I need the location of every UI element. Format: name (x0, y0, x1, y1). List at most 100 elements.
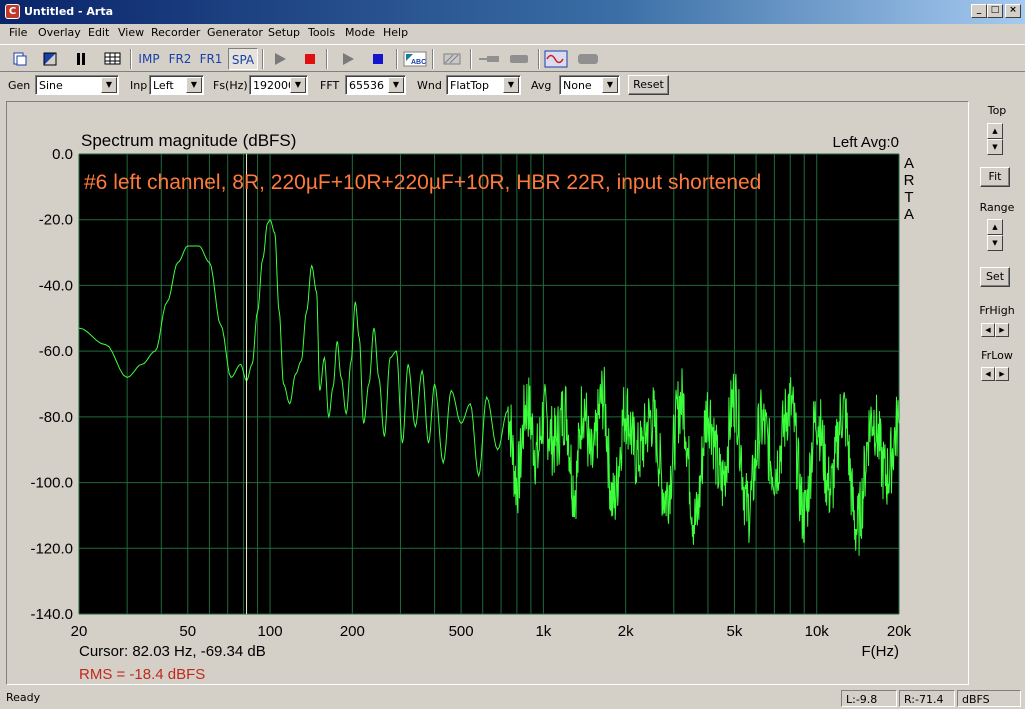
wnd-label: Wnd (417, 79, 442, 92)
fft-label: FFT (320, 79, 340, 92)
set-button[interactable]: Set (980, 267, 1010, 287)
control-bar: Gen Sine ▼ Inp Left ▼ Fs(Hz) 192000 ▼ FFT 6… (0, 73, 1025, 99)
watermark-letter: T (904, 189, 913, 206)
status-text: Ready (6, 691, 41, 704)
abc-icon[interactable]: ABC (403, 51, 427, 67)
gen-select[interactable]: Sine ▼ (35, 75, 119, 95)
menu-file[interactable]: File (9, 26, 27, 39)
spa-button[interactable]: SPA (228, 48, 258, 70)
menu-tools[interactable]: Tools (308, 26, 335, 39)
x-tick-label: 200 (340, 623, 365, 640)
record-icon[interactable] (576, 51, 600, 67)
table-icon[interactable] (104, 51, 122, 67)
spin-down-icon[interactable]: ▼ (987, 235, 1003, 251)
menu-bar: File Overlay Edit View Recorder Generato… (0, 24, 1025, 42)
chart-annotation: #6 left channel, 8R, 220µF+10R+220µF+10R… (84, 171, 761, 194)
play-icon[interactable] (272, 51, 288, 67)
menu-mode[interactable]: Mode (345, 26, 375, 39)
chevron-down-icon[interactable]: ▼ (290, 77, 306, 93)
menu-edit[interactable]: Edit (88, 26, 109, 39)
y-tick-label: -140.0 (30, 606, 73, 623)
fr2-button[interactable]: FR2 (166, 48, 194, 70)
menu-generator[interactable]: Generator (207, 26, 263, 39)
rms-readout: RMS = -18.4 dBFS (79, 666, 205, 683)
menu-overlay[interactable]: Overlay (38, 26, 81, 39)
gen-label: Gen (8, 79, 31, 92)
menu-recorder[interactable]: Recorder (151, 26, 200, 39)
plot-panel: 20 50 100 200 500 1k 2k 5k 10k 20k 0.0 -20.0 -40.0 -6… (6, 101, 969, 685)
imp-button[interactable]: IMP (136, 48, 162, 70)
button-icon[interactable] (508, 51, 530, 67)
toolbar: IMP FR2 FR1 SPA ABC (0, 44, 1025, 72)
chevron-down-icon[interactable]: ▼ (388, 77, 404, 93)
chevron-down-icon[interactable]: ▼ (503, 77, 519, 93)
top-spin: ▲ ▼ (987, 123, 1003, 155)
reset-button[interactable]: Reset (628, 75, 669, 95)
stop-icon[interactable] (370, 51, 386, 67)
hatch-icon[interactable] (443, 51, 461, 67)
spin-up-icon[interactable]: ▲ (987, 123, 1003, 139)
wnd-select[interactable]: FlatTop ▼ (446, 75, 521, 95)
fft-select[interactable]: 65536 ▼ (345, 75, 406, 95)
spin-left-icon[interactable]: ◀ (981, 367, 995, 381)
y-tick-label: -80.0 (39, 409, 73, 426)
range-spin: ▲ ▼ (987, 219, 1003, 251)
left-level: L:-9.8 (841, 690, 897, 707)
menu-help[interactable]: Help (383, 26, 408, 39)
avg-value: None (563, 79, 592, 92)
stop-icon[interactable] (302, 51, 318, 67)
inp-select[interactable]: Left ▼ (149, 75, 204, 95)
y-tick-label: -100.0 (30, 475, 73, 492)
frhigh-spin: ◀ ▶ (981, 323, 1009, 337)
maximize-button[interactable]: □ (987, 4, 1003, 18)
close-button[interactable]: × (1005, 4, 1021, 18)
fs-select[interactable]: 192000 ▼ (249, 75, 308, 95)
chevron-down-icon[interactable]: ▼ (602, 77, 618, 93)
avg-select[interactable]: None ▼ (559, 75, 620, 95)
toolbar-separator (470, 49, 472, 69)
menu-view[interactable]: View (118, 26, 144, 39)
fit-button[interactable]: Fit (980, 167, 1010, 187)
sine-icon[interactable] (544, 49, 568, 69)
y-tick-label: -120.0 (30, 540, 73, 557)
unit-label: dBFS (957, 690, 1021, 707)
avg-label: Avg (531, 79, 552, 92)
chevron-down-icon[interactable]: ▼ (186, 77, 202, 93)
spin-left-icon[interactable]: ◀ (981, 323, 995, 337)
x-tick-label: 2k (618, 623, 634, 640)
open-icon[interactable] (42, 51, 58, 67)
right-level: R:-71.4 (899, 690, 955, 707)
inp-label: Inp (130, 79, 148, 92)
probe-icon[interactable] (478, 51, 500, 67)
pause-icon[interactable] (73, 51, 89, 67)
x-tick-label: 1k (535, 623, 551, 640)
y-tick-label: -40.0 (39, 277, 73, 294)
spin-down-icon[interactable]: ▼ (987, 139, 1003, 155)
toolbar-separator (326, 49, 328, 69)
chevron-down-icon[interactable]: ▼ (101, 77, 117, 93)
plot-area[interactable] (79, 154, 899, 614)
menu-setup[interactable]: Setup (268, 26, 300, 39)
x-tick-label: 100 (258, 623, 283, 640)
x-tick-label: 10k (805, 623, 830, 640)
frlow-label: FrLow (981, 349, 1013, 362)
fr1-button[interactable]: FR1 (197, 48, 225, 70)
x-tick-label: 20 (71, 623, 88, 640)
right-panel: Top ▲ ▼ Fit Range ▲ ▼ Set FrHigh ◀ ▶ FrLow … (973, 101, 1021, 685)
top-label: Top (987, 104, 1007, 117)
status-bar: Ready L:-9.8 R:-71.4 dBFS (0, 688, 1025, 709)
spectrum-chart[interactable]: 20 50 100 200 500 1k 2k 5k 10k 20k 0.0 -20.0 -40.0 -6… (7, 102, 968, 684)
minimize-button[interactable]: _ (971, 4, 987, 18)
toolbar-separator (262, 49, 264, 69)
cursor-readout: Cursor: 82.03 Hz, -69.34 dB (79, 643, 266, 660)
new-file-icon[interactable] (12, 51, 28, 67)
x-tick-label: 5k (727, 623, 743, 640)
toolbar-separator (538, 49, 540, 69)
spin-up-icon[interactable]: ▲ (987, 219, 1003, 235)
toolbar-separator (396, 49, 398, 69)
x-tick-label: 50 (179, 623, 196, 640)
x-tick-label: 20k (887, 623, 912, 640)
spin-right-icon[interactable]: ▶ (995, 367, 1009, 381)
play-icon[interactable] (340, 51, 356, 67)
spin-right-icon[interactable]: ▶ (995, 323, 1009, 337)
